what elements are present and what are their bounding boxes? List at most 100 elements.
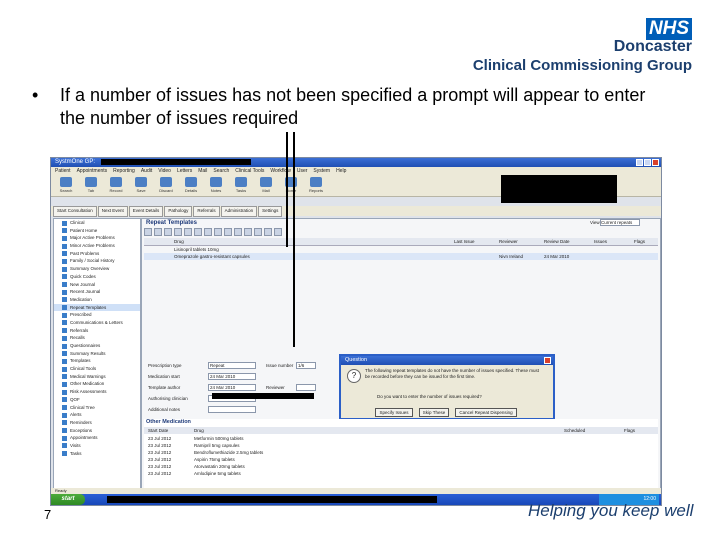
menu-item[interactable]: Appointments xyxy=(77,167,108,175)
panel-tool-icon[interactable] xyxy=(224,228,232,236)
tree-item[interactable]: Visits xyxy=(54,442,140,450)
template-author-field[interactable]: 24 Mar 2010 xyxy=(208,384,256,391)
close-icon[interactable] xyxy=(652,159,659,166)
tab[interactable]: Start Consultation xyxy=(53,206,97,217)
column-header[interactable]: Last Issue xyxy=(454,238,475,245)
tree-item[interactable]: Family / Social History xyxy=(54,257,140,265)
issue-number-field[interactable]: 1/6 xyxy=(296,362,316,369)
toolbar-button[interactable]: Home xyxy=(280,177,302,195)
tree-item[interactable]: Quick Codes xyxy=(54,273,140,281)
tree-item[interactable]: QOF xyxy=(54,396,140,404)
tab[interactable]: Next Event xyxy=(97,206,128,217)
tree-item[interactable]: Appointments xyxy=(54,434,140,442)
prescription-type-field[interactable]: Repeat xyxy=(208,362,256,369)
toolbar-button[interactable]: Mail xyxy=(255,177,277,195)
dialog-close-icon[interactable] xyxy=(544,357,551,364)
tree-item[interactable]: Summary Overview xyxy=(54,265,140,273)
panel-tool-icon[interactable] xyxy=(164,228,172,236)
tree-item[interactable]: Medical Warnings xyxy=(54,373,140,381)
tree-item[interactable]: New Journal xyxy=(54,281,140,289)
panel-tool-icon[interactable] xyxy=(254,228,262,236)
toolbar-button[interactable]: Save xyxy=(130,177,152,195)
tree-item[interactable]: Risk Assessments xyxy=(54,388,140,396)
tree-item[interactable]: Patient Home xyxy=(54,227,140,235)
menu-item[interactable]: Help xyxy=(336,167,346,175)
panel-tool-icon[interactable] xyxy=(194,228,202,236)
table-row[interactable]: Omeprazole gastro-resistant capsules Niv… xyxy=(144,253,658,260)
toolbar-button[interactable]: Search xyxy=(55,177,77,195)
panel-tool-icon[interactable] xyxy=(174,228,182,236)
toolbar-button[interactable]: Reports xyxy=(305,177,327,195)
toolbar-button[interactable]: Details xyxy=(180,177,202,195)
column-header[interactable]: Drug xyxy=(194,427,204,434)
specify-issues-button[interactable]: Specify Issues xyxy=(375,408,413,417)
panel-tool-icon[interactable] xyxy=(204,228,212,236)
menu-item[interactable]: Clinical Tools xyxy=(235,167,264,175)
table-row[interactable]: Lisinopril tablets 10mg xyxy=(144,246,658,253)
menu-item[interactable]: System xyxy=(313,167,330,175)
panel-tool-icon[interactable] xyxy=(264,228,272,236)
tree-item[interactable]: Clinical Tools xyxy=(54,365,140,373)
skip-these-button[interactable]: Skip These xyxy=(419,408,449,417)
tree-item[interactable]: Alerts xyxy=(54,411,140,419)
panel-tool-icon[interactable] xyxy=(234,228,242,236)
view-select[interactable]: Current repeats xyxy=(600,219,640,226)
panel-tool-icon[interactable] xyxy=(274,228,282,236)
tab[interactable]: Administration xyxy=(220,206,258,217)
other-medication-row[interactable]: 23 Jul 2012 Ramipril 5mg capsules xyxy=(144,442,658,449)
minimize-icon[interactable] xyxy=(636,159,643,166)
column-header[interactable]: Flags xyxy=(634,238,645,245)
tree-item[interactable]: Other Medication xyxy=(54,380,140,388)
menu-item[interactable]: Patient xyxy=(55,167,71,175)
other-medication-row[interactable]: 23 Jul 2012 Bendroflumethiazide 2.5mg tab… xyxy=(144,449,658,456)
toolbar-button[interactable]: Tasks xyxy=(230,177,252,195)
tab[interactable]: Pathology xyxy=(164,206,193,217)
tree-item[interactable]: Major Active Problems xyxy=(54,234,140,242)
medication-start-field[interactable]: 24 Mar 2010 xyxy=(208,373,256,380)
menu-item[interactable]: Letters xyxy=(177,167,192,175)
panel-tool-icon[interactable] xyxy=(144,228,152,236)
tree-item[interactable]: Summary Results xyxy=(54,350,140,358)
toolbar-button[interactable]: Record xyxy=(105,177,127,195)
menu-item[interactable]: Reporting xyxy=(113,167,135,175)
other-medication-row[interactable]: 23 Jul 2012 Metformin 500mg tablets xyxy=(144,435,658,442)
toolbar-button[interactable]: Discard xyxy=(155,177,177,195)
tree-item[interactable]: Repeat Templates xyxy=(54,303,140,312)
tree-item[interactable]: Questionnaires xyxy=(54,342,140,350)
start-button[interactable]: start xyxy=(51,494,85,505)
menu-item[interactable]: Video xyxy=(158,167,171,175)
panel-tool-icon[interactable] xyxy=(244,228,252,236)
panel-tool-icon[interactable] xyxy=(154,228,162,236)
column-header[interactable]: Drug xyxy=(174,238,184,245)
tree-item[interactable]: Templates xyxy=(54,357,140,365)
tab[interactable]: Settings xyxy=(258,206,283,217)
tree-item[interactable]: Minor Active Problems xyxy=(54,242,140,250)
tree-item[interactable]: Clinical Tree xyxy=(54,404,140,412)
tree-item[interactable]: Exceptions xyxy=(54,427,140,435)
toolbar-button[interactable]: Tab xyxy=(80,177,102,195)
maximize-icon[interactable] xyxy=(644,159,651,166)
column-header[interactable]: Start Date xyxy=(148,427,168,434)
other-medication-row[interactable]: 23 Jul 2012 Aspirin 75mg tablets xyxy=(144,456,658,463)
tree-item[interactable]: Recent Journal xyxy=(54,288,140,296)
other-medication-row[interactable]: 23 Jul 2012 Amlodipine 5mg tablets xyxy=(144,470,658,477)
reviewer-field[interactable] xyxy=(296,384,316,391)
tree-item[interactable]: Recalls xyxy=(54,334,140,342)
menu-item[interactable]: User xyxy=(297,167,308,175)
tree-item[interactable]: Referrals xyxy=(54,327,140,335)
tree-item[interactable]: Communications & Letters xyxy=(54,319,140,327)
menu-item[interactable]: Mail xyxy=(198,167,207,175)
tree-item[interactable]: Past Problems xyxy=(54,250,140,258)
tree-item[interactable]: Prescribed xyxy=(54,311,140,319)
panel-tool-icon[interactable] xyxy=(184,228,192,236)
other-medication-row[interactable]: 23 Jul 2012 Atorvastatin 20mg tablets xyxy=(144,463,658,470)
tree-item[interactable]: Medication xyxy=(54,296,140,304)
menu-item[interactable]: Search xyxy=(213,167,229,175)
tab[interactable]: Event Details xyxy=(128,206,164,217)
column-header[interactable]: Flags xyxy=(624,427,635,434)
tree-item[interactable]: Reminders xyxy=(54,419,140,427)
panel-tool-icon[interactable] xyxy=(214,228,222,236)
column-header[interactable]: Issues xyxy=(594,238,607,245)
tab[interactable]: Referrals xyxy=(193,206,220,217)
column-header[interactable]: Reviewer xyxy=(499,238,518,245)
